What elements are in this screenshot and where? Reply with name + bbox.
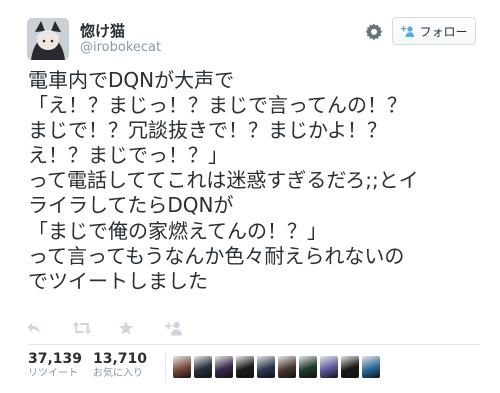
tweet-text-line: 「まじで俺の家燃えてんの！？」 xyxy=(28,218,327,243)
divider xyxy=(28,344,480,345)
favoriter-avatar[interactable] xyxy=(194,356,212,378)
user-handle[interactable]: @irobokecat xyxy=(80,40,161,55)
avatar[interactable] xyxy=(27,18,69,60)
tweet-text-line: 電車内でDQNが大声で xyxy=(28,68,235,92)
favoriter-avatar[interactable] xyxy=(257,356,275,378)
retweet-count[interactable]: 37,139 リツイート xyxy=(28,351,82,381)
user-name[interactable]: 惚け猫 xyxy=(80,20,125,41)
tweet-actions xyxy=(26,318,210,338)
retweet-icon[interactable] xyxy=(72,320,92,336)
favorite-count-label: お気に入り xyxy=(93,368,143,379)
follow-button-label: フォロー xyxy=(419,24,468,39)
favorite-star-icon[interactable] xyxy=(118,320,138,336)
favoriter-avatar[interactable] xyxy=(320,356,338,378)
tweet-text-line: でツイートしました xyxy=(28,268,208,293)
retweet-count-label: リツイート xyxy=(28,368,78,379)
tweet-text-line: 「え！？まじっ！？まじで言ってんの！？ xyxy=(28,93,407,118)
retweet-count-value: 37,139 xyxy=(28,351,83,367)
gear-icon[interactable] xyxy=(364,22,384,42)
tweet-text-line: って言ってもうなんか色々耐えられないの xyxy=(28,243,405,268)
tweet-text-line: ライラしてたらDQNが xyxy=(28,193,234,218)
favoriter-avatar[interactable] xyxy=(236,356,254,378)
follow-person-plus-icon[interactable] xyxy=(164,320,184,336)
favoriter-avatar[interactable] xyxy=(215,356,233,378)
favoriter-avatar[interactable] xyxy=(362,356,380,378)
favoriter-avatar[interactable] xyxy=(341,356,359,378)
stats-divider xyxy=(165,352,166,382)
favoriter-avatar[interactable] xyxy=(278,356,296,378)
favoriters-list xyxy=(173,356,380,378)
reply-icon[interactable] xyxy=(26,320,46,336)
favorite-count-value: 13,710 xyxy=(93,351,148,367)
tweet-text: 電車内でDQNが大声で 「え！？まじっ！？まじで言ってんの！？ まじで！？冗談抜… xyxy=(28,68,483,294)
favoriter-avatar[interactable] xyxy=(173,356,191,378)
follow-button[interactable]: フォロー xyxy=(392,17,476,45)
favoriter-avatar[interactable] xyxy=(299,356,317,378)
tweet-text-line: え！？まじでっ！？」 xyxy=(28,143,228,168)
follow-person-plus-icon xyxy=(400,25,415,37)
favorite-count[interactable]: 13,710 お気に入り xyxy=(93,351,147,381)
tweet-text-line: まじで！？冗談抜きで！？まじかよ！？ xyxy=(28,118,387,143)
tweet-text-line: って電話しててこれは迷惑すぎるだろ;;とイ xyxy=(28,168,419,193)
